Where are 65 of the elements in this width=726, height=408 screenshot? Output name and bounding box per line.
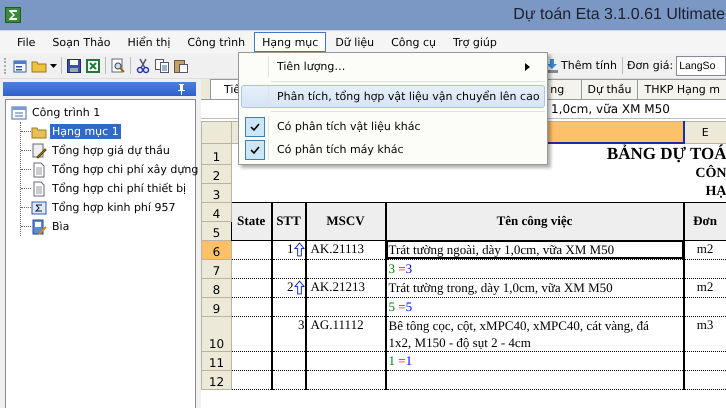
menu-option[interactable]: Có phân tích máy khác (241, 138, 545, 161)
add-button[interactable]: Thêm tính (544, 58, 618, 72)
window-title: Dự toán Eta 3.1.0.61 Ultimate (513, 6, 725, 24)
menu-option[interactable]: Có phân tích vật liệu khác (241, 115, 545, 138)
menu-option[interactable]: Phân tích, tổng hợp vật liệu vận chuyển lên cao (241, 85, 545, 108)
row-number[interactable]: 10 (202, 316, 232, 351)
menu-item[interactable]: Soạn Thảo (44, 32, 119, 52)
menu-item[interactable]: Hạng mục (254, 32, 326, 52)
row-number[interactable]: 12 (202, 370, 232, 389)
menu-item[interactable]: File (9, 32, 44, 52)
table-cell[interactable]: Trát tường trong, dày 1,0cm, vữa XM M50 (386, 278, 684, 297)
table-cell: m2 (684, 278, 726, 297)
equals-sign: = (398, 260, 406, 276)
result-text: 1 (406, 352, 412, 368)
row-number[interactable]: 1 (202, 143, 232, 164)
menu-option[interactable]: Tiên lượng… (241, 55, 545, 78)
tree-item[interactable]: Công trình 1 (30, 105, 102, 120)
table-cell: AK.21213 (306, 278, 386, 297)
table-cell[interactable]: Trát tường ngoài, dày 1,0cm, vữa XM M50 (386, 240, 684, 259)
tree-item[interactable]: Tổng hợp chi phí thiết bị (50, 181, 188, 196)
sheet-tab[interactable]: THKP Hạng m (637, 79, 726, 99)
price-combo[interactable]: LangSo (676, 56, 726, 76)
row-number[interactable]: 6 (202, 240, 232, 259)
column-heading: Tên công việc (386, 202, 684, 240)
menu-item[interactable]: Công cụ (383, 32, 444, 52)
table-cell[interactable]: Bê tông cọc, cột, xMPC40, xMPC40, cát vàng, đá 1x2, M150 - độ sụt 2 - 4cm (386, 316, 684, 351)
equals-sign: = (398, 298, 406, 314)
tree-item[interactable]: Tổng hợp giá dự thầu (50, 143, 172, 158)
column-heading: Đơn (684, 202, 726, 240)
menu-item[interactable]: Công trình (179, 32, 254, 52)
formula-field[interactable]: 1,0cm, vữa XM M50 (551, 102, 670, 116)
column-header[interactable]: E (684, 122, 726, 143)
quantity-text: 5 (388, 298, 396, 314)
price-label: Đơn giá: (626, 59, 674, 72)
quantity-text: 3 (388, 260, 396, 276)
sheet-tab[interactable]: Dự thầu (580, 79, 638, 99)
row-number[interactable]: 8 (202, 278, 232, 297)
table-cell: m2 (684, 240, 726, 259)
quantity-text: 1 (388, 352, 396, 368)
tree-item[interactable]: Tổng hợp chi phí xây dựng (50, 162, 200, 177)
column-heading: STT (272, 202, 306, 240)
row-number[interactable]: 11 (202, 351, 232, 370)
table-cell: AG.11112 (306, 316, 386, 351)
row-number[interactable]: 4 (202, 202, 232, 221)
menu-item[interactable]: Hiển thị (120, 32, 178, 52)
row-number[interactable]: 2 (202, 164, 232, 183)
table-cell: m3 (684, 316, 726, 351)
result-text: 5 (406, 298, 412, 314)
tree-item[interactable]: Hạng mục 1 (50, 124, 121, 139)
row-number[interactable]: 3 (202, 183, 232, 202)
table-cell: 1 (287, 240, 294, 256)
result-text: 3 (406, 260, 412, 276)
row-number[interactable]: 5 (202, 221, 232, 240)
row-number[interactable]: 7 (202, 259, 232, 278)
tree-item[interactable]: Bìa (50, 219, 72, 234)
row-number[interactable]: 9 (202, 297, 232, 316)
sheet-title: CÔN (695, 166, 726, 180)
menu-item[interactable]: Trợ giúp (445, 32, 505, 52)
column-heading: MSCV (306, 202, 386, 240)
table-cell: 2 (287, 278, 294, 294)
tree-item[interactable]: Tổng hợp kinh phí 957 (50, 200, 178, 215)
column-heading: State (232, 202, 272, 240)
table-cell: AK.21113 (306, 240, 386, 259)
menu-item[interactable]: Dữ liệu (327, 32, 382, 52)
equals-sign: = (398, 352, 406, 368)
